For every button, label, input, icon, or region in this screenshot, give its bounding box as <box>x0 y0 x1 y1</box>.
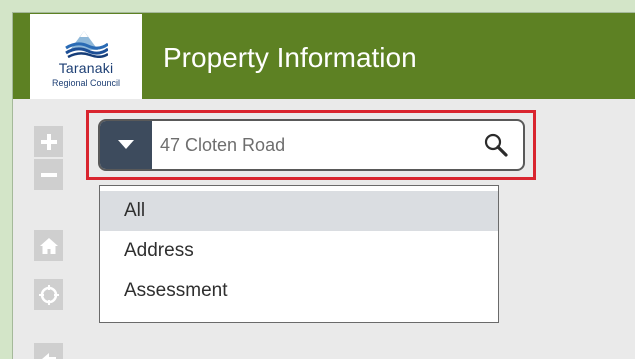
search-bar <box>98 119 525 171</box>
search-input[interactable] <box>160 121 460 169</box>
search-type-dropdown-list: All Address Assessment <box>99 185 499 323</box>
search-icon[interactable] <box>484 133 508 157</box>
back-button[interactable] <box>34 343 63 359</box>
dropdown-item-assessment[interactable]: Assessment <box>100 271 498 311</box>
locate-button[interactable] <box>34 279 63 310</box>
app-frame: Taranaki Regional Council Property Infor… <box>12 12 635 359</box>
home-button[interactable] <box>34 230 63 261</box>
logo-name: Taranaki <box>30 60 142 76</box>
plus-icon <box>40 133 58 151</box>
home-icon <box>39 237 59 255</box>
zoom-in-button[interactable] <box>34 126 63 157</box>
logo-subtitle: Regional Council <box>30 78 142 88</box>
dropdown-item-all[interactable]: All <box>100 191 498 231</box>
page-title: Property Information <box>163 42 417 74</box>
zoom-out-button[interactable] <box>34 159 63 190</box>
mountain-waves-icon <box>64 28 108 58</box>
dropdown-item-address[interactable]: Address <box>100 231 498 271</box>
header-bar: Taranaki Regional Council Property Infor… <box>13 13 635 99</box>
locate-crosshair-icon <box>38 284 60 306</box>
search-type-dropdown-button[interactable] <box>100 121 152 169</box>
caret-down-icon <box>118 140 134 150</box>
minus-icon <box>40 166 58 184</box>
council-logo[interactable]: Taranaki Regional Council <box>30 14 142 99</box>
